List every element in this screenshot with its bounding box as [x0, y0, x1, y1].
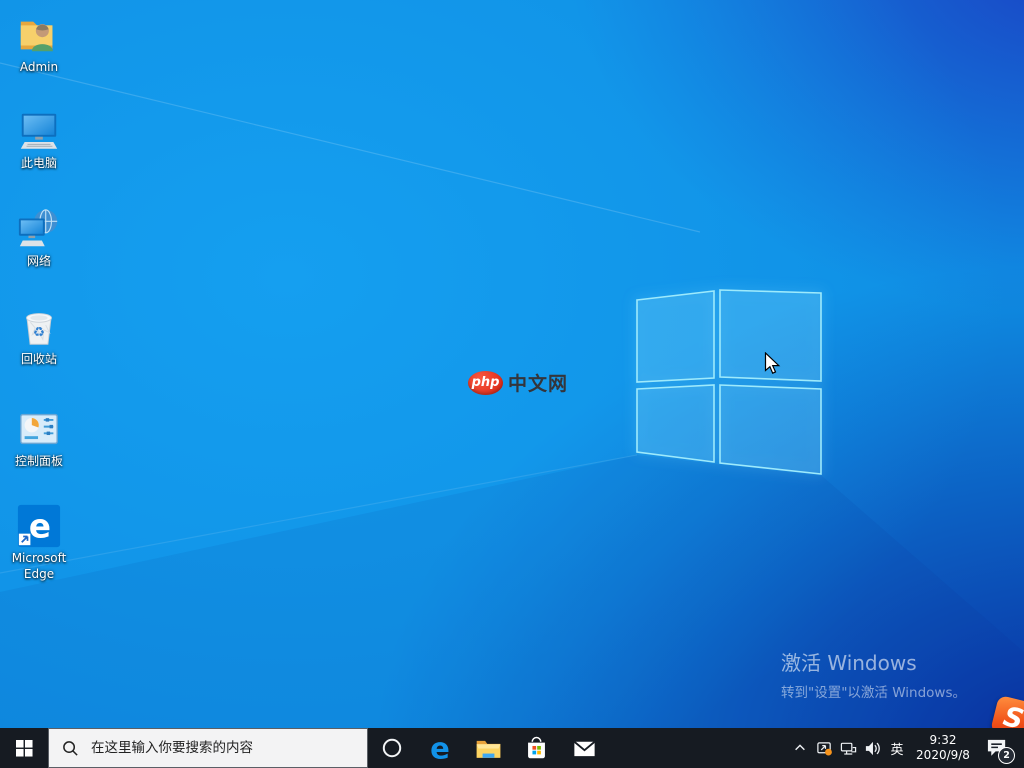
svg-text:e: e	[430, 733, 450, 763]
notification-count-badge: 2	[998, 747, 1015, 764]
activation-subtitle: 转到"设置"以激活 Windows。	[781, 681, 966, 701]
activation-title: 激活 Windows	[781, 647, 966, 676]
mail-envelope-icon	[571, 735, 598, 762]
activate-windows-watermark: 激活 Windows 转到"设置"以激活 Windows。	[781, 647, 966, 701]
tray-clock[interactable]: 9:32 2020/9/8	[910, 728, 976, 768]
php-cn-watermark: php 中文网	[468, 369, 568, 396]
tray-volume-icon[interactable]	[860, 728, 884, 768]
search-input[interactable]	[89, 739, 367, 757]
desktop-icon-label: Admin	[20, 60, 58, 76]
action-center-button[interactable]: 2	[976, 728, 1018, 768]
tray-language-indicator[interactable]: 英	[884, 728, 910, 768]
taskbar: e	[0, 728, 1024, 768]
desktop-icon-label: 此电脑	[21, 156, 57, 172]
wired-network-icon	[840, 740, 857, 757]
desktop-icon-this-pc[interactable]: 此电脑	[0, 108, 78, 172]
control-panel-icon	[16, 406, 62, 452]
svg-text:e: e	[29, 508, 51, 546]
computer-monitor-icon	[16, 108, 62, 154]
desktop-icon-recycle-bin[interactable]: ♻ 回收站	[0, 304, 78, 368]
edge-e-icon: e	[16, 503, 62, 549]
edge-e-icon: e	[425, 733, 455, 763]
search-icon	[62, 740, 79, 757]
php-site-name: 中文网	[508, 369, 568, 396]
windows-logo-icon	[16, 740, 33, 757]
taskbar-mail-button[interactable]	[560, 728, 608, 768]
desktop-icon-control-panel[interactable]: 控制面板	[0, 406, 78, 470]
chevron-up-icon	[793, 741, 807, 755]
hidden-icons-chevron[interactable]	[788, 728, 812, 768]
desktop-icon-network[interactable]: 网络	[0, 206, 78, 270]
php-logo-badge: php	[468, 371, 503, 395]
microsoft-store-bag-icon	[523, 735, 550, 762]
display-arrow-icon	[816, 740, 833, 757]
taskbar-store-button[interactable]	[512, 728, 560, 768]
alert-orange-dot	[825, 748, 832, 755]
desktop-wallpaper: Admin 此电脑	[0, 0, 1024, 728]
desktop-icon-admin[interactable]: Admin	[0, 12, 78, 76]
windows-flag-logo	[637, 290, 821, 474]
system-tray: 英 9:32 2020/9/8 2	[788, 728, 1024, 768]
tray-network-icon[interactable]	[836, 728, 860, 768]
desktop-icon-label: 回收站	[21, 352, 57, 368]
start-button[interactable]	[0, 728, 48, 768]
windows-desktop-screen: Admin 此电脑	[0, 0, 1024, 768]
taskbar-file-explorer-button[interactable]	[464, 728, 512, 768]
wallpaper-light-rays-and-windows-logo	[0, 0, 1024, 728]
ime-language-label: 英	[890, 739, 903, 758]
cortana-button[interactable]	[368, 728, 416, 768]
user-folder-icon	[16, 12, 62, 58]
desktop-icon-label: 网络	[27, 254, 51, 270]
taskbar-edge-button[interactable]: e	[416, 728, 464, 768]
clock-time: 9:32	[916, 733, 970, 748]
taskbar-search-box[interactable]	[48, 728, 368, 768]
cortana-circle-icon	[382, 738, 402, 758]
speaker-icon	[864, 740, 881, 757]
tray-display-alert-icon[interactable]	[812, 728, 836, 768]
desktop-icon-label: 控制面板	[15, 454, 63, 470]
desktop-icon-label: Microsoft Edge	[0, 551, 78, 582]
desktop-icon-microsoft-edge[interactable]: e Microsoft Edge	[0, 503, 78, 582]
folder-icon	[475, 735, 502, 762]
clock-date: 2020/9/8	[916, 748, 970, 763]
network-globe-monitor-icon	[16, 206, 62, 252]
svg-text:♻: ♻	[33, 326, 45, 341]
recycle-bin-icon: ♻	[16, 304, 62, 350]
